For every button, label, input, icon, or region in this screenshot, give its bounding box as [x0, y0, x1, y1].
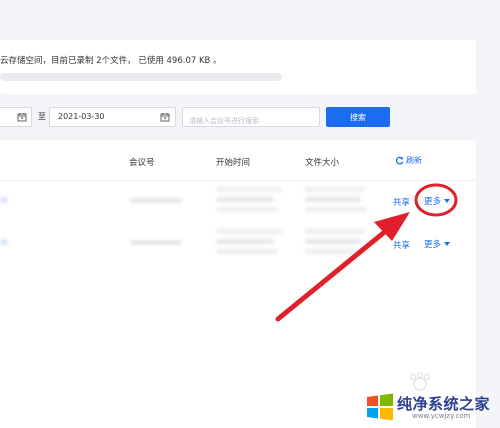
watermark-title: 纯净系统之家	[397, 395, 491, 413]
highlight-circle	[414, 183, 458, 217]
watermark-url: www.ycwjzy.com	[412, 412, 471, 420]
windows-logo	[367, 393, 393, 421]
annotation-overlay	[275, 183, 458, 322]
pointer-arrow-shaft	[275, 227, 390, 322]
